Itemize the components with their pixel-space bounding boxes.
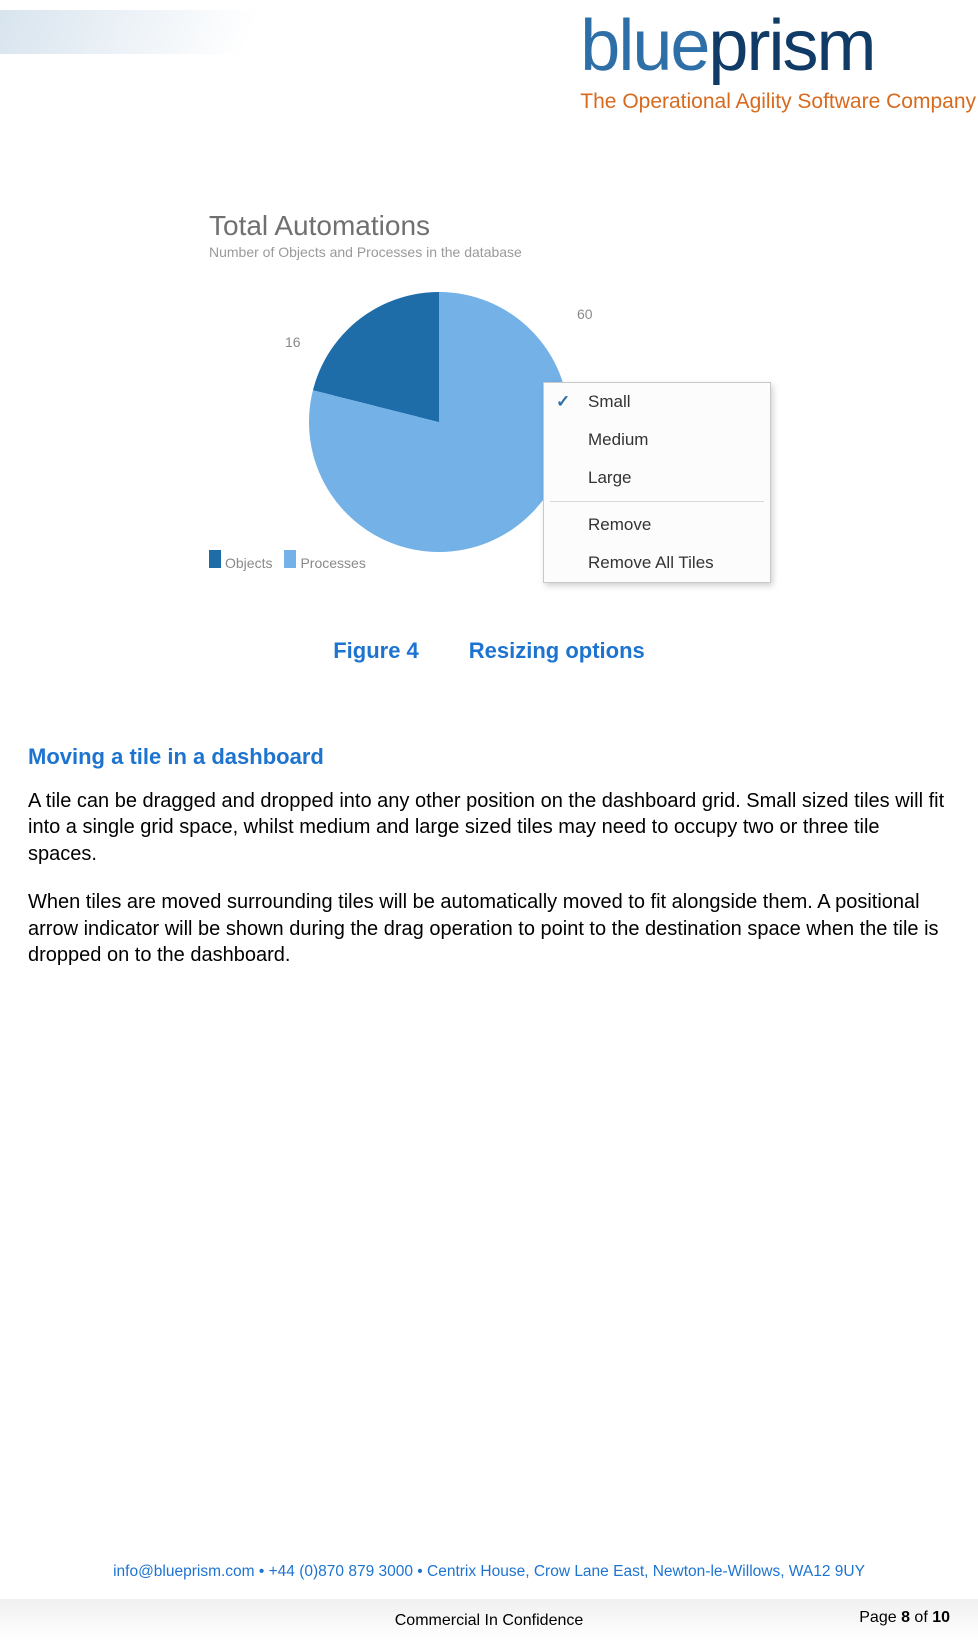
content: Moving a tile in a dashboard A tile can … bbox=[0, 744, 978, 968]
legend-label-processes: Processes bbox=[300, 555, 365, 571]
figure-number: Figure 4 bbox=[333, 638, 419, 663]
check-icon: ✓ bbox=[556, 392, 570, 412]
menu-item-label: Remove bbox=[588, 515, 651, 534]
pie-chart bbox=[309, 292, 569, 552]
menu-item-large[interactable]: Large bbox=[544, 459, 770, 497]
menu-item-label: Small bbox=[588, 392, 631, 411]
tile-subtitle: Number of Objects and Processes in the d… bbox=[209, 244, 769, 260]
tile-title: Total Automations bbox=[209, 210, 769, 242]
section-heading: Moving a tile in a dashboard bbox=[28, 744, 950, 770]
logo-text-prism: prism bbox=[708, 6, 874, 86]
legend-item-objects: Objects bbox=[209, 550, 272, 571]
page-header: blueprism The Operational Agility Softwa… bbox=[0, 0, 978, 170]
paragraph-1: A tile can be dragged and dropped into a… bbox=[28, 788, 950, 867]
legend-swatch-objects bbox=[209, 550, 221, 568]
tile-card: Total Automations Number of Objects and … bbox=[209, 210, 769, 602]
tagline: The Operational Agility Software Company bbox=[580, 90, 978, 114]
page-current: 8 bbox=[901, 1609, 910, 1626]
pie-value-label-objects: 16 bbox=[285, 334, 301, 350]
legend-item-processes: Processes bbox=[284, 550, 365, 571]
legend-label-objects: Objects bbox=[225, 555, 272, 571]
page-of: of bbox=[910, 1609, 932, 1626]
page-prefix: Page bbox=[859, 1609, 901, 1626]
logo: blueprism bbox=[580, 10, 978, 82]
pie-chart-area: 16 60 Objects Processes ✓ Small Medium bbox=[209, 282, 769, 602]
figure-caption-text: Resizing options bbox=[469, 638, 645, 663]
menu-separator bbox=[550, 501, 764, 502]
chart-legend: Objects Processes bbox=[209, 550, 366, 571]
page-footer: info@blueprism.com • +44 (0)870 879 3000… bbox=[0, 1563, 978, 1649]
figure-block: Total Automations Number of Objects and … bbox=[0, 210, 978, 664]
menu-item-label: Remove All Tiles bbox=[588, 553, 714, 572]
footer-bar: Commercial In Confidence Page 8 of 10 bbox=[28, 1601, 950, 1641]
logo-text-blue: blue bbox=[580, 6, 708, 86]
logo-block: blueprism The Operational Agility Softwa… bbox=[580, 10, 978, 114]
legend-swatch-processes bbox=[284, 550, 296, 568]
menu-item-medium[interactable]: Medium bbox=[544, 421, 770, 459]
menu-item-label: Medium bbox=[588, 430, 648, 449]
menu-item-remove[interactable]: Remove bbox=[544, 506, 770, 544]
paragraph-2: When tiles are moved surrounding tiles w… bbox=[28, 889, 950, 968]
footer-page: Page 8 of 10 bbox=[859, 1609, 950, 1627]
page-total: 10 bbox=[932, 1609, 950, 1626]
menu-item-small[interactable]: ✓ Small bbox=[544, 383, 770, 421]
context-menu: ✓ Small Medium Large Remove Remove All T… bbox=[543, 382, 771, 583]
header-strip-decoration bbox=[0, 10, 260, 54]
footer-contact: info@blueprism.com • +44 (0)870 879 3000… bbox=[28, 1563, 950, 1581]
pie-value-label-processes: 60 bbox=[577, 306, 593, 322]
figure-caption: Figure 4 Resizing options bbox=[333, 638, 645, 664]
menu-item-remove-all[interactable]: Remove All Tiles bbox=[544, 544, 770, 582]
menu-item-label: Large bbox=[588, 468, 631, 487]
footer-confidential: Commercial In Confidence bbox=[395, 1612, 584, 1630]
